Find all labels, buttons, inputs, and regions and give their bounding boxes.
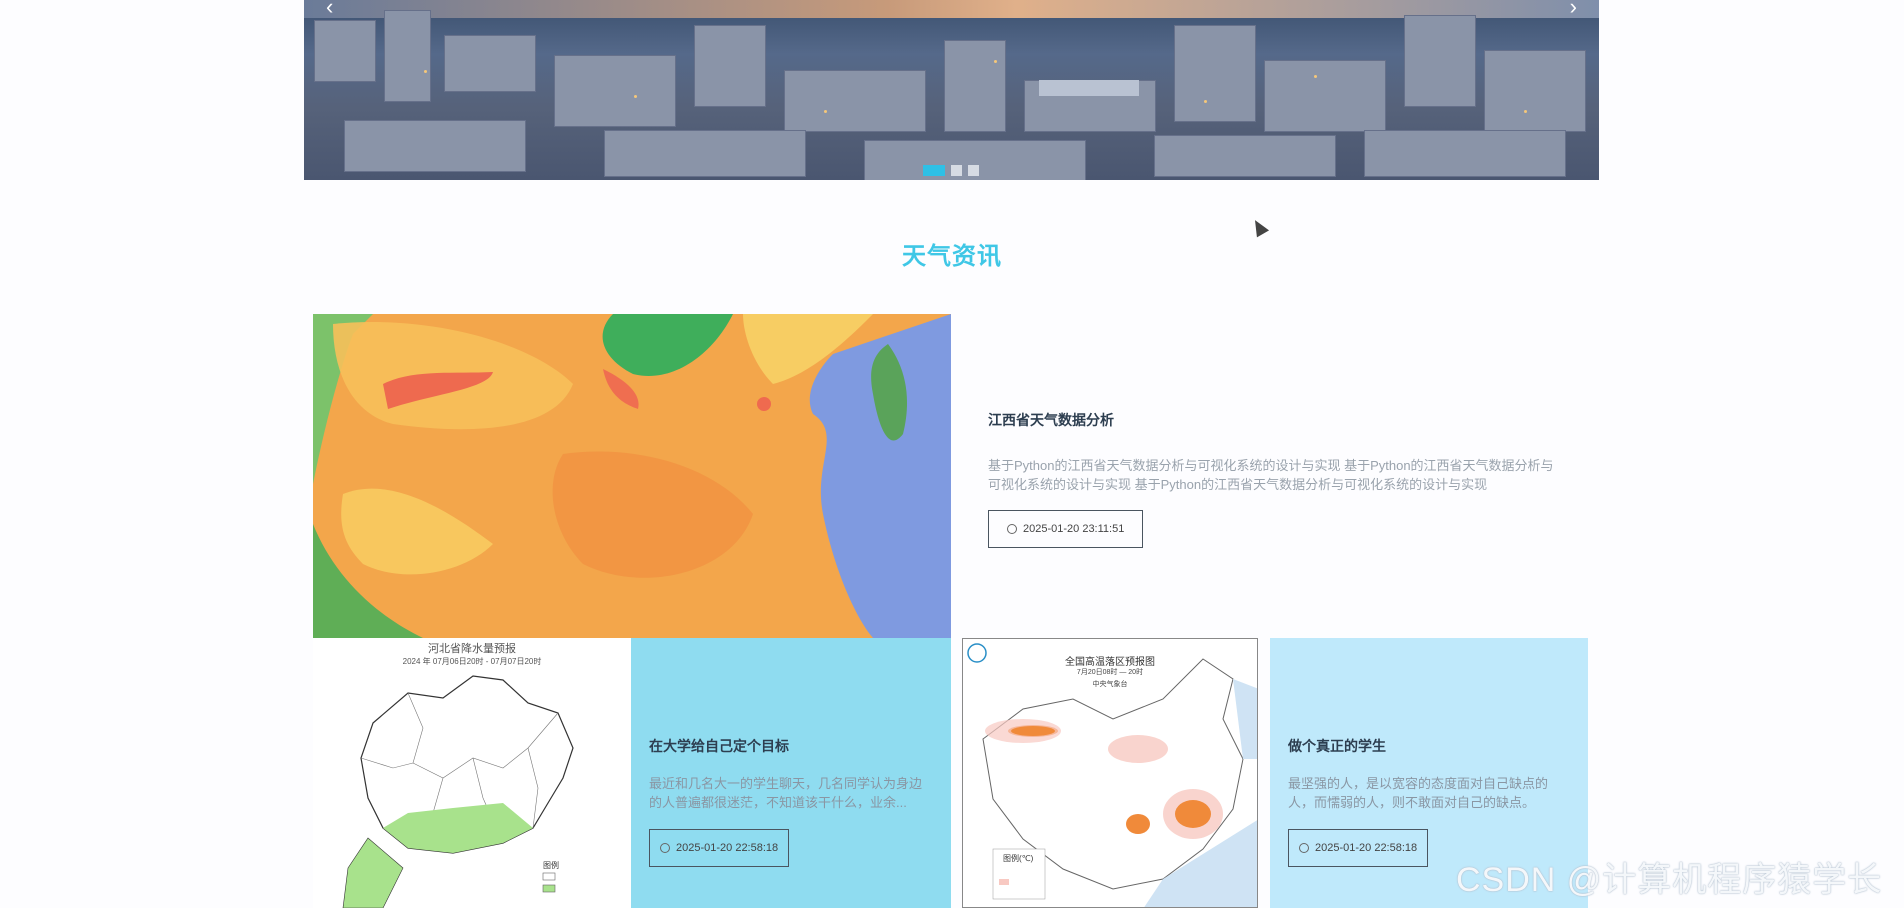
city-light (1314, 75, 1317, 78)
banner-carousel[interactable]: ‹ › (304, 0, 1599, 180)
heat-map (967, 643, 1257, 907)
legend-label: 图例 (543, 861, 559, 870)
chevron-left-icon[interactable]: ‹ (326, 0, 333, 20)
mouse-cursor-icon (1248, 216, 1270, 238)
card-2-date: 2025-01-20 22:58:18 (1315, 842, 1418, 854)
temperature-map (313, 314, 951, 638)
card-2-image[interactable]: 全国高温落区预报图 7月20日08时 — 20时 中央气象台 图例(℃) (962, 638, 1258, 908)
building (1484, 50, 1586, 132)
card-1-date: 2025-01-20 22:58:18 (676, 842, 779, 854)
card-1-date-button[interactable]: 2025-01-20 22:58:18 (649, 829, 790, 867)
building (1174, 25, 1256, 122)
clock-icon (1299, 843, 1309, 853)
featured-image[interactable] (313, 314, 951, 638)
card-1-description: 最近和几名大一的学生聊天，几名同学认为身边的人普遍都很迷茫，不知道该干什么，业余… (649, 776, 923, 810)
featured-title[interactable]: 江西省天气数据分析 (988, 410, 1554, 430)
city-light (1524, 110, 1527, 113)
building (384, 10, 431, 102)
featured-date-button[interactable]: 2025-01-20 23:11:51 (988, 510, 1144, 548)
clock-icon (1007, 524, 1017, 534)
city-light (994, 60, 997, 63)
featured-article[interactable]: 江西省天气数据分析 基于Python的江西省天气数据分析与可视化系统的设计与实现… (988, 410, 1554, 548)
city-light (1204, 100, 1207, 103)
legend-label: 图例(℃) (1003, 854, 1034, 863)
building (444, 35, 536, 92)
card-1-title[interactable]: 在大学给自己定个目标 (649, 736, 933, 756)
featured-description: 基于Python的江西省天气数据分析与可视化系统的设计与实现 基于Python的… (988, 458, 1554, 492)
building (1264, 60, 1386, 132)
building (1404, 15, 1476, 107)
card-2-date-button[interactable]: 2025-01-20 22:58:18 (1288, 829, 1429, 867)
building (694, 25, 766, 107)
carousel-indicators (923, 165, 979, 176)
clock-icon (660, 843, 670, 853)
building (1154, 135, 1336, 177)
city-light (634, 95, 637, 98)
roof (1039, 80, 1139, 96)
featured-date: 2025-01-20 23:11:51 (1023, 523, 1125, 535)
carousel-dot-2[interactable] (951, 165, 962, 176)
precipitation-map (342, 675, 574, 908)
building (344, 120, 526, 172)
building (944, 40, 1006, 132)
carousel-dot-1[interactable] (923, 165, 945, 176)
building (784, 70, 926, 132)
card-1[interactable]: 在大学给自己定个目标 最近和几名大一的学生聊天，几名同学认为身边的人普遍都很迷茫… (631, 638, 951, 908)
building (314, 20, 376, 82)
section-title: 天气资讯 (902, 243, 1002, 270)
city-light (424, 70, 427, 73)
card-2-title[interactable]: 做个真正的学生 (1288, 736, 1570, 756)
city-light (824, 110, 827, 113)
building (554, 55, 676, 127)
watermark: CSDN @计算机程序猿学长 (1456, 861, 1883, 899)
card-1-image[interactable]: 河北省降水量预报 2024 年 07月06日20时 - 07月07日20时 图例 (313, 638, 631, 908)
card-2-description: 最坚强的人，是以宽容的态度面对自己缺点的人，而懦弱的人，则不敢面对自己的缺点。 (1288, 776, 1549, 810)
building (1364, 130, 1566, 177)
building (604, 130, 806, 177)
carousel-dot-3[interactable] (968, 165, 979, 176)
chevron-right-icon[interactable]: › (1570, 0, 1577, 20)
